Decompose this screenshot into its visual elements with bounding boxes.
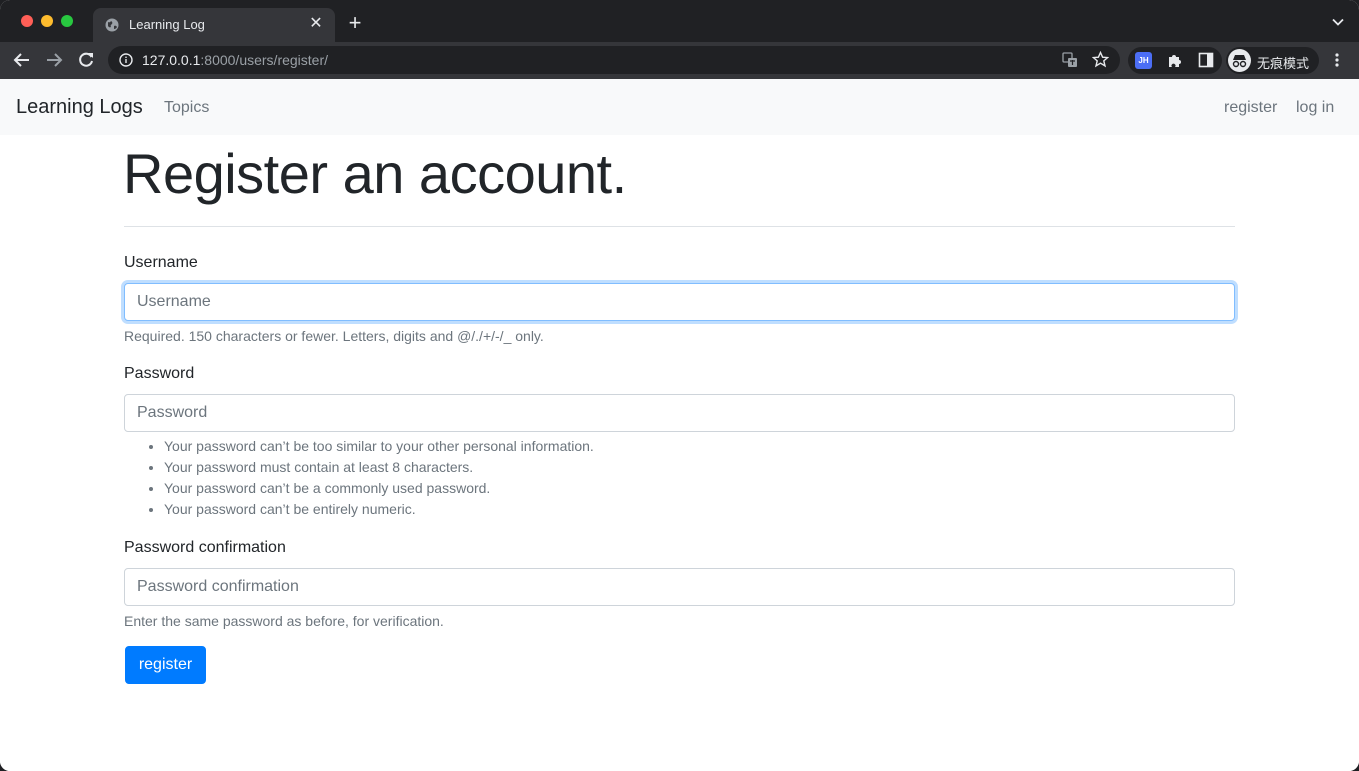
- bookmark-star-icon[interactable]: [1092, 51, 1109, 68]
- nav-register-link[interactable]: register: [1224, 99, 1277, 117]
- site-navbar: Learning Logs Topics register log in: [0, 79, 1359, 135]
- tab-title: Learning Log: [129, 17, 205, 32]
- address-bar[interactable]: 127.0.0.1:8000/users/register/: [108, 46, 1120, 74]
- password-help-list: Your password can’t be too similar to yo…: [164, 436, 594, 520]
- password-confirmation-label: Password confirmation: [124, 539, 286, 556]
- password-confirmation-input[interactable]: [124, 568, 1235, 606]
- register-button[interactable]: register: [125, 646, 206, 684]
- chevron-down-icon[interactable]: [1331, 15, 1345, 29]
- forward-arrow-icon[interactable]: [44, 50, 64, 70]
- nav-login-link[interactable]: log in: [1296, 99, 1334, 117]
- browser-tab-active[interactable]: Learning Log ✕: [93, 8, 335, 42]
- browser-window: Learning Log ✕ + 127.0.0.1:8000/users/re…: [0, 0, 1359, 771]
- username-input[interactable]: [124, 283, 1235, 321]
- tab-strip: Learning Log ✕ +: [0, 0, 1359, 42]
- minimize-window-button[interactable]: [41, 15, 53, 27]
- title-divider: [124, 226, 1235, 227]
- more-menu-icon[interactable]: [1329, 52, 1345, 68]
- brand-link[interactable]: Learning Logs: [16, 96, 143, 119]
- maximize-window-button[interactable]: [61, 15, 73, 27]
- reload-icon[interactable]: [76, 50, 96, 70]
- info-icon[interactable]: [119, 53, 133, 67]
- incognito-icon: [1228, 49, 1251, 72]
- tab-close-icon[interactable]: ✕: [307, 15, 325, 33]
- list-item: Your password can’t be a commonly used p…: [164, 478, 594, 499]
- password-label: Password: [124, 365, 195, 382]
- nav-topics-link[interactable]: Topics: [164, 99, 209, 117]
- url-path: :8000/users/register/: [200, 52, 329, 68]
- puzzle-icon[interactable]: [1166, 52, 1183, 69]
- browser-toolbar: 127.0.0.1:8000/users/register/ JH 无痕模式: [0, 42, 1359, 79]
- new-tab-button[interactable]: +: [345, 12, 365, 34]
- url-host: 127.0.0.1: [142, 52, 201, 68]
- jh-extension-icon[interactable]: JH: [1135, 52, 1152, 69]
- incognito-profile-button[interactable]: 无痕模式: [1226, 47, 1319, 74]
- page-title: Register an account.: [123, 142, 627, 205]
- globe-icon: [105, 18, 119, 32]
- page-viewport: Learning Logs Topics register log in Reg…: [0, 79, 1359, 771]
- translate-icon[interactable]: [1062, 52, 1078, 68]
- list-item: Your password must contain at least 8 ch…: [164, 457, 594, 478]
- password-confirmation-help-text: Enter the same password as before, for v…: [124, 613, 444, 629]
- list-item: Your password can’t be too similar to yo…: [164, 436, 594, 457]
- url-text[interactable]: 127.0.0.1:8000/users/register/: [142, 52, 328, 68]
- back-arrow-icon[interactable]: [12, 50, 32, 70]
- list-item: Your password can’t be entirely numeric.: [164, 499, 594, 520]
- password-input[interactable]: [124, 394, 1235, 432]
- profile-label: 无痕模式: [1257, 57, 1310, 72]
- username-label: Username: [124, 254, 198, 271]
- side-panel-icon[interactable]: [1198, 52, 1214, 68]
- username-help-text: Required. 150 characters or fewer. Lette…: [124, 328, 544, 344]
- close-window-button[interactable]: [21, 15, 33, 27]
